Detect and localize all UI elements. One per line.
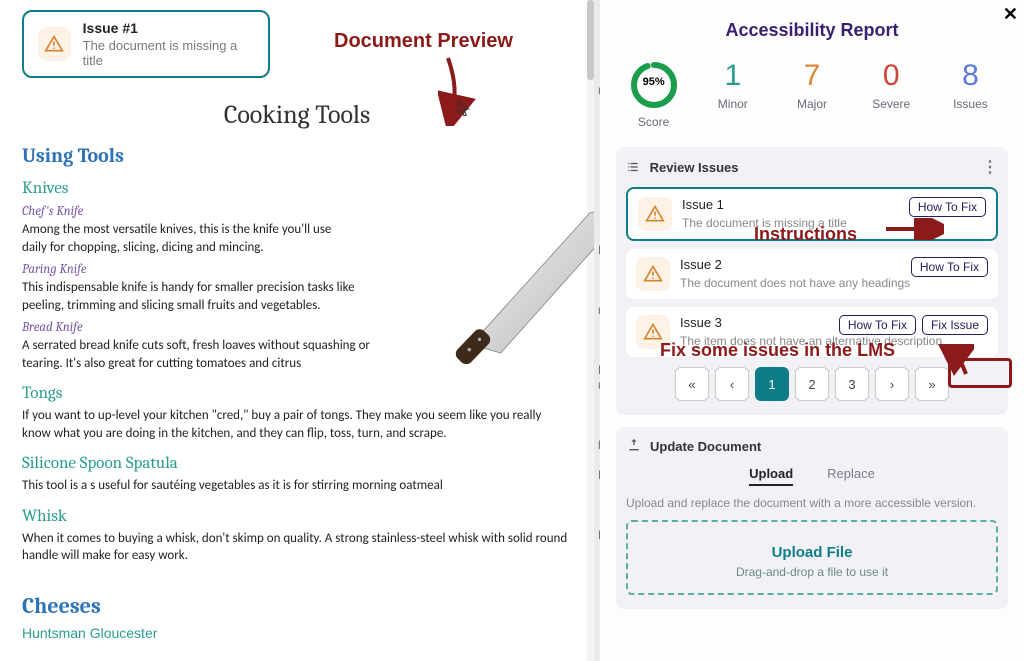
pager-first-icon[interactable]: «	[675, 367, 709, 401]
para-paring-knife: This indispensable knife is handy for sm…	[22, 279, 372, 314]
heading-knives: Knives	[22, 179, 572, 198]
pager-page-1[interactable]: 1	[755, 367, 789, 401]
how-to-fix-button[interactable]: How To Fix	[839, 315, 916, 335]
annotation-arrow-icon	[884, 218, 944, 240]
warning-icon	[38, 27, 71, 61]
metric-minor: 1 Minor	[695, 59, 770, 129]
warning-icon	[638, 197, 672, 231]
metric-major: 7 Major	[774, 59, 849, 129]
para-spatula: This tool is a s useful for sautéing veg…	[22, 477, 572, 495]
dropzone-subtitle: Drag-and-drop a file to use it	[636, 565, 988, 579]
warning-icon	[636, 257, 670, 291]
review-issues-title: Review Issues	[650, 160, 739, 175]
how-to-fix-button[interactable]: How To Fix	[911, 257, 988, 277]
update-document-card: Update Document Upload Replace Upload an…	[616, 427, 1008, 609]
metric-issues: 8 Issues	[933, 59, 1008, 129]
issues-label: Issues	[933, 97, 1008, 111]
para-bread-knife: A serrated bread knife cuts soft, fresh …	[22, 337, 372, 372]
how-to-fix-button[interactable]: How To Fix	[909, 197, 986, 217]
upload-cloud-icon	[626, 437, 642, 456]
fix-issue-button[interactable]: Fix Issue	[922, 315, 988, 335]
issue-title: Issue 2	[680, 257, 910, 272]
major-value: 7	[774, 59, 849, 93]
list-icon	[626, 160, 644, 175]
annotation-highlight-box	[948, 358, 1012, 388]
cursor-icon	[455, 100, 473, 123]
pager-prev-icon[interactable]: ‹	[715, 367, 749, 401]
update-description: Upload and replace the document with a m…	[626, 496, 998, 510]
para-tongs: If you want to up-level your kitchen "cr…	[22, 407, 572, 442]
heading-using-tools: Using Tools	[22, 144, 572, 167]
dropzone-title: Upload File	[636, 544, 988, 561]
kebab-icon[interactable]: ⋮	[982, 157, 998, 177]
pager-next-icon[interactable]: ›	[875, 367, 909, 401]
heading-huntsman: Huntsman Gloucester	[22, 625, 572, 641]
tab-upload[interactable]: Upload	[749, 466, 793, 486]
minor-label: Minor	[695, 97, 770, 111]
heading-tongs: Tongs	[22, 384, 572, 403]
document-preview: Issue #1 The document is missing a title…	[0, 0, 600, 661]
severe-label: Severe	[854, 97, 929, 111]
heading-spatula: Silicone Spoon Spatula	[22, 454, 572, 473]
annotation-fix-lms: Fix some issues in the LMS	[660, 340, 895, 361]
issue-pill-desc: The document is missing a title	[83, 38, 254, 68]
issue-desc: The document does not have any headings	[680, 276, 910, 290]
heading-cheeses: Cheeses	[22, 593, 572, 619]
metric-score: 95% Score	[616, 59, 691, 129]
para-chefs-knife: Among the most versatile knives, this is…	[22, 221, 352, 256]
annotation-document-preview: Document Preview	[334, 30, 513, 53]
panel-title: Accessibility Report	[616, 20, 1008, 41]
metric-severe: 0 Severe	[854, 59, 929, 129]
para-whisk: When it comes to buying a whisk, don't s…	[22, 530, 572, 565]
update-document-title: Update Document	[650, 439, 761, 454]
pager-page-3[interactable]: 3	[835, 367, 869, 401]
pager-page-2[interactable]: 2	[795, 367, 829, 401]
metrics-row: 95% Score 1 Minor 7 Major 0 Severe 8 Iss…	[616, 59, 1008, 129]
annotation-instructions: Instructions	[754, 224, 857, 245]
tab-replace[interactable]: Replace	[827, 466, 875, 486]
upload-dropzone[interactable]: Upload File Drag-and-drop a file to use …	[626, 520, 998, 595]
minor-value: 1	[695, 59, 770, 93]
issue-pill[interactable]: Issue #1 The document is missing a title	[22, 10, 270, 78]
issue-pill-title: Issue #1	[83, 20, 254, 36]
issues-value: 8	[933, 59, 1008, 93]
score-donut: 95%	[628, 59, 680, 111]
accessibility-panel: ✕ Accessibility Report 95% Score 1 Minor…	[600, 0, 1024, 661]
issue-title: Issue 1	[682, 197, 847, 212]
heading-whisk: Whisk	[22, 507, 572, 526]
score-value: 95%	[628, 76, 680, 88]
issue-card-2[interactable]: Issue 2 The document does not have any h…	[626, 249, 998, 299]
knife-image	[454, 200, 600, 370]
major-label: Major	[774, 97, 849, 111]
document-title: Cooking Tools	[22, 100, 572, 130]
close-icon[interactable]: ✕	[1003, 4, 1018, 25]
score-label: Score	[616, 115, 691, 129]
severe-value: 0	[854, 59, 929, 93]
